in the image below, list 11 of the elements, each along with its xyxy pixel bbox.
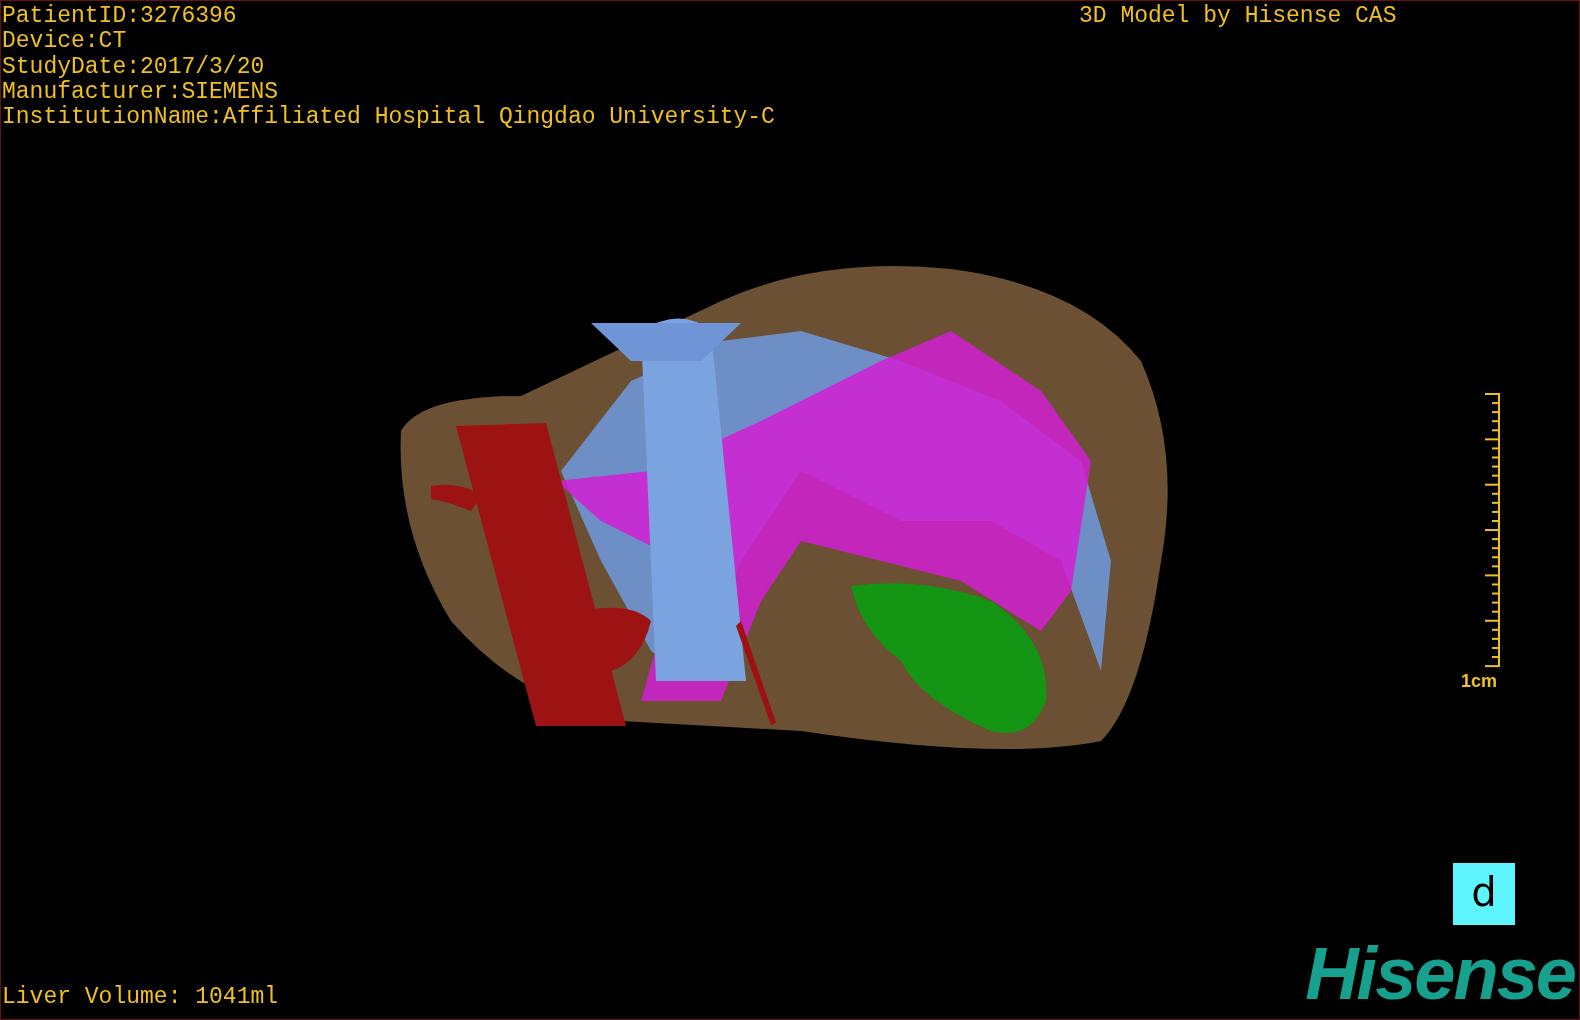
scale-ruler-icon	[1483, 392, 1501, 668]
patient-info-text: Manufacturer:SIEMENS	[2, 79, 280, 105]
patient-info-text: StudyDate:2017/3/20	[2, 54, 266, 80]
patient-info-text: PatientID:3276396	[2, 4, 238, 29]
patient-info-text: Device:CT	[2, 29, 128, 55]
scale-label: 1cm	[1460, 670, 1497, 692]
liver-volume-text: Liver Volume: 1041ml	[2, 985, 279, 1011]
orientation-marker: d	[1453, 863, 1515, 925]
patient-info-text: InstitutionName:Affiliated Hospital Qingdao University-C	[2, 105, 775, 131]
watermark-title: 3D Model by Hisense CAS	[1079, 4, 1397, 30]
brand-logo: Hisense	[1305, 936, 1575, 1012]
